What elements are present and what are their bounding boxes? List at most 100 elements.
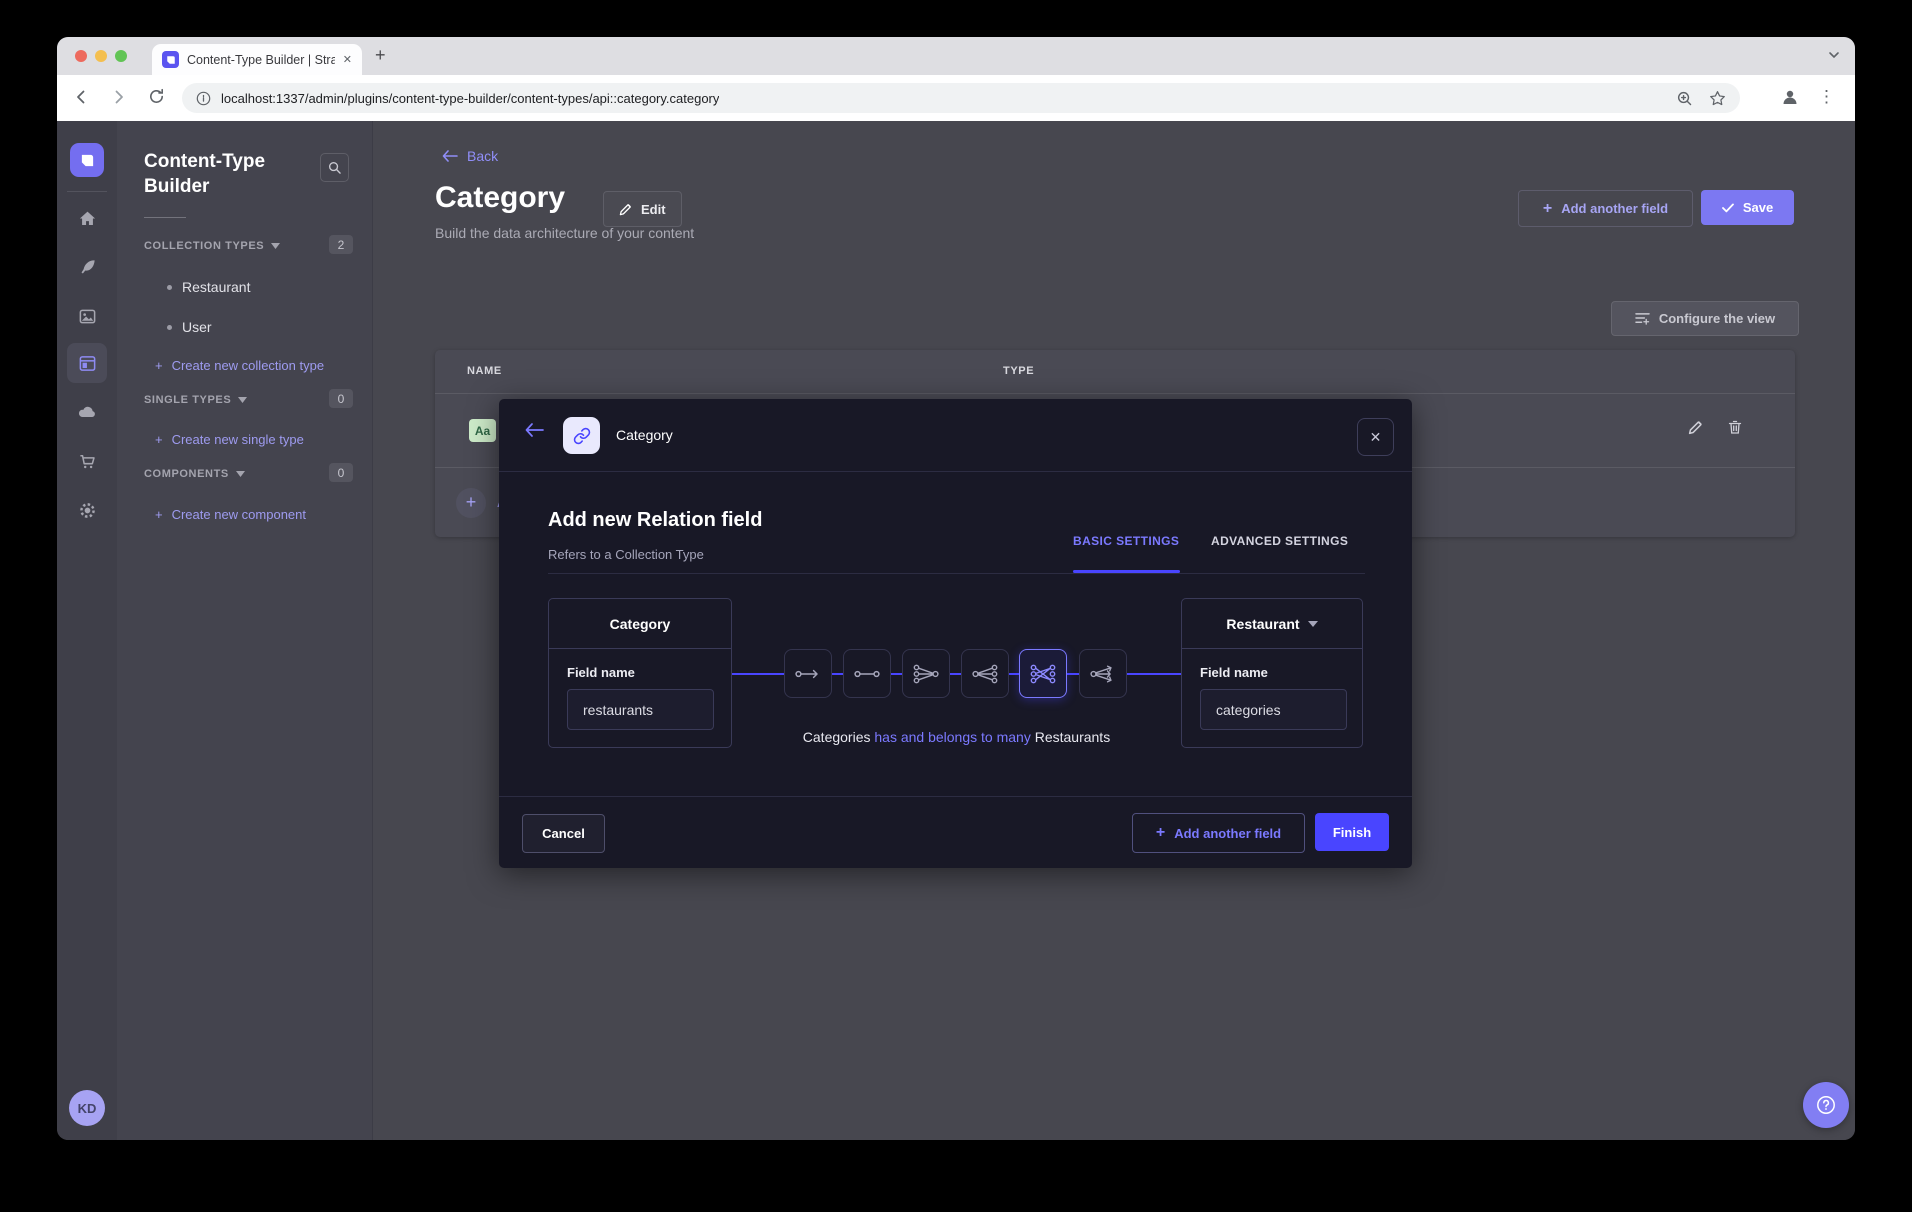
add-another-field-button[interactable]: + Add another field xyxy=(1518,190,1693,227)
modal-add-another-field-button[interactable]: + Add another field xyxy=(1132,813,1305,853)
relation-one-to-many-button[interactable] xyxy=(902,649,950,698)
sidebar-item-restaurant[interactable]: Restaurant xyxy=(167,279,250,295)
card-title-label: Category xyxy=(610,616,671,632)
strapi-favicon-icon xyxy=(162,51,179,68)
modal-back-icon[interactable] xyxy=(525,423,544,437)
link-label: Create new collection type xyxy=(172,358,324,373)
strapi-logo-icon[interactable] xyxy=(70,143,104,177)
bullet-icon xyxy=(167,325,172,330)
edit-field-icon[interactable] xyxy=(1688,420,1703,435)
link-label: Create new single type xyxy=(172,432,304,447)
modal-subtitle: Refers to a Collection Type xyxy=(548,547,704,562)
configure-view-button[interactable]: Configure the view xyxy=(1611,301,1799,336)
content-manager-feather-icon[interactable] xyxy=(57,247,117,287)
relation-many-to-one-button[interactable] xyxy=(961,649,1009,698)
item-label: User xyxy=(182,319,212,335)
target-card-dropdown[interactable]: Restaurant xyxy=(1182,599,1362,649)
address-bar[interactable]: localhost:1337/admin/plugins/content-typ… xyxy=(182,83,1740,113)
window-zoom-button[interactable] xyxy=(115,50,127,62)
new-tab-button[interactable]: + xyxy=(375,45,386,66)
sidebar-item-user[interactable]: User xyxy=(167,319,212,335)
modal-title: Add new Relation field xyxy=(548,509,762,532)
single-types-count: 0 xyxy=(329,389,353,408)
window-close-button[interactable] xyxy=(75,50,87,62)
browser-forward-icon[interactable] xyxy=(109,87,129,107)
save-button[interactable]: Save xyxy=(1701,190,1794,225)
modal-header: Category ✕ xyxy=(499,399,1412,472)
section-components[interactable]: COMPONENTS xyxy=(144,468,245,480)
browser-window: Content-Type Builder | Strapi ✕ + xyxy=(57,37,1855,1140)
back-label: Back xyxy=(467,148,498,164)
page-title: Category xyxy=(435,181,565,215)
settings-gear-icon[interactable] xyxy=(57,490,117,530)
cancel-button[interactable]: Cancel xyxy=(522,814,605,853)
relation-one-way-button[interactable] xyxy=(784,649,832,698)
tab-close-icon[interactable]: ✕ xyxy=(343,53,352,66)
relation-many-way-button[interactable] xyxy=(1079,649,1127,698)
modal-close-button[interactable]: ✕ xyxy=(1357,418,1394,456)
list-settings-icon xyxy=(1635,312,1650,325)
bookmark-star-icon[interactable] xyxy=(1709,90,1726,107)
source-card: Category Field name restaurants xyxy=(548,598,732,748)
section-label: COMPONENTS xyxy=(144,468,229,480)
browser-back-icon[interactable] xyxy=(71,87,91,107)
window-minimize-button[interactable] xyxy=(95,50,107,62)
content-type-builder-icon[interactable] xyxy=(57,343,117,383)
back-arrow-icon xyxy=(442,150,458,162)
url-bar: localhost:1337/admin/plugins/content-typ… xyxy=(57,75,1855,122)
caption-object: Restaurants xyxy=(1031,729,1110,745)
site-info-icon[interactable] xyxy=(196,91,211,106)
finish-button[interactable]: Finish xyxy=(1315,813,1389,851)
target-field-input[interactable]: categories xyxy=(1200,689,1347,730)
relation-one-to-one-button[interactable] xyxy=(843,649,891,698)
browser-tab[interactable]: Content-Type Builder | Strapi ✕ xyxy=(152,44,362,75)
modal-footer: Cancel + Add another field Finish xyxy=(499,796,1412,868)
search-button[interactable] xyxy=(320,153,349,182)
create-single-type-link[interactable]: + Create new single type xyxy=(155,432,304,447)
home-icon[interactable] xyxy=(57,198,117,238)
plus-icon: + xyxy=(155,358,163,373)
table-header-row: NAME TYPE xyxy=(435,350,1795,394)
column-type: TYPE xyxy=(1003,365,1034,377)
relation-link-icon xyxy=(563,417,600,454)
create-collection-type-link[interactable]: + Create new collection type xyxy=(155,358,324,373)
source-field-input[interactable]: restaurants xyxy=(567,689,714,730)
back-link[interactable]: Back xyxy=(442,148,498,164)
zoom-page-icon[interactable] xyxy=(1676,90,1693,107)
modal-breadcrumb: Category xyxy=(616,427,673,443)
bullet-icon xyxy=(167,285,172,290)
cloud-icon[interactable] xyxy=(57,392,117,432)
section-single-types[interactable]: SINGLE TYPES xyxy=(144,394,247,406)
browser-profile-icon[interactable] xyxy=(1780,87,1800,107)
tab-basic-settings[interactable]: BASIC SETTINGS xyxy=(1073,534,1179,548)
tab-advanced-settings[interactable]: ADVANCED SETTINGS xyxy=(1211,534,1348,548)
sidebar-divider xyxy=(144,217,186,218)
ctb-sidebar: Content-Type Builder COLLECTION TYPES 2 … xyxy=(117,121,373,1140)
chevron-down-icon xyxy=(238,397,247,403)
pencil-icon xyxy=(619,203,632,216)
help-button[interactable] xyxy=(1803,1082,1849,1128)
plus-icon: + xyxy=(1156,824,1165,842)
item-label: Restaurant xyxy=(182,279,250,295)
edit-button[interactable]: Edit xyxy=(603,191,682,227)
relation-modal: Category ✕ Add new Relation field Refers… xyxy=(499,399,1412,868)
browser-reload-icon[interactable] xyxy=(147,87,166,106)
url-text[interactable]: localhost:1337/admin/plugins/content-typ… xyxy=(221,91,719,106)
chevron-down-icon xyxy=(1308,621,1318,627)
button-label: Add another field xyxy=(1561,201,1668,216)
user-avatar[interactable]: KD xyxy=(69,1090,105,1126)
tab-list-chevron-icon[interactable] xyxy=(1827,48,1841,62)
section-label: COLLECTION TYPES xyxy=(144,240,264,252)
modal-divider xyxy=(548,573,1365,574)
browser-menu-icon[interactable]: ⋮ xyxy=(1818,87,1835,107)
text-field-badge: Aa xyxy=(469,419,496,442)
media-library-icon[interactable] xyxy=(57,296,117,336)
marketplace-cart-icon[interactable] xyxy=(57,441,117,481)
create-component-link[interactable]: + Create new component xyxy=(155,507,306,522)
delete-field-icon[interactable] xyxy=(1728,420,1742,435)
relation-many-to-many-button[interactable] xyxy=(1019,649,1067,698)
plus-icon: + xyxy=(1543,200,1552,218)
section-collection-types[interactable]: COLLECTION TYPES xyxy=(144,240,280,252)
plus-icon: + xyxy=(155,432,163,447)
caption-verb: has and belongs to many xyxy=(874,729,1030,745)
